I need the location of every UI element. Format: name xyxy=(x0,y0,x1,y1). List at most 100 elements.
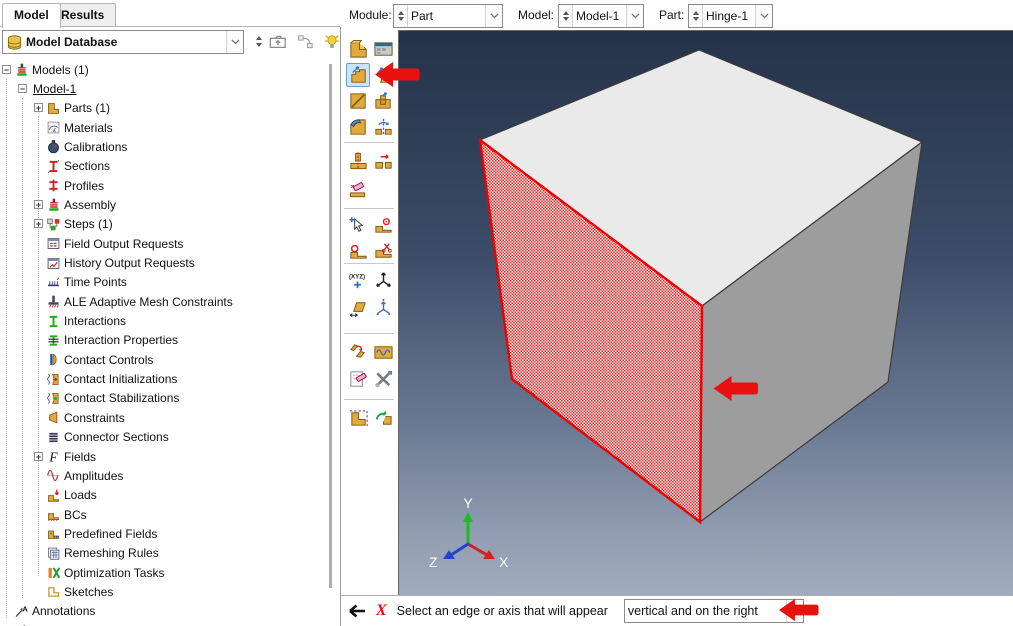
tree-item-label[interactable]: Fields xyxy=(64,450,96,464)
tree-item-label[interactable]: Calibrations xyxy=(64,140,127,154)
part-combo[interactable]: Hinge-1 xyxy=(688,4,773,28)
sketch-wave-tool-icon[interactable] xyxy=(371,340,395,364)
collapse-expander-icon[interactable]: − xyxy=(2,65,11,74)
partition-face-tool-icon[interactable] xyxy=(346,149,370,173)
spinner-icon[interactable] xyxy=(559,5,573,27)
chevron-down-icon[interactable] xyxy=(626,5,643,27)
tree-item-label[interactable]: Contact Controls xyxy=(64,353,153,367)
tree-item-bcs[interactable]: BCs xyxy=(0,505,326,524)
tree-item-contact-controls[interactable]: Contact Controls xyxy=(0,350,326,369)
create-solid-tool-icon[interactable] xyxy=(346,63,370,87)
datum-axis2-tool-icon[interactable] xyxy=(346,239,370,263)
tree-item-materials[interactable]: εMaterials xyxy=(0,118,326,137)
tree-item-contact-initializations[interactable]: Contact Initializations xyxy=(0,370,326,389)
mesh-part-tool-icon[interactable] xyxy=(346,406,370,430)
erase-tool-icon[interactable] xyxy=(346,367,370,391)
tree-item-loads[interactable]: Loads xyxy=(0,486,326,505)
model-combo[interactable]: Model-1 xyxy=(558,4,644,28)
datum-point-tool-icon[interactable] xyxy=(371,213,395,237)
tree-item-ale-adaptive-mesh-constraints[interactable]: ALE Adaptive Mesh Constraints xyxy=(0,292,326,311)
tree-item-steps-1[interactable]: + Steps (1) xyxy=(0,215,326,234)
tree-item-label[interactable]: History Output Requests xyxy=(64,256,195,270)
model-link-icon[interactable] xyxy=(294,30,317,53)
tree-item-label[interactable]: Optimization Tasks xyxy=(64,566,164,580)
tree-item-label[interactable]: Sections xyxy=(64,159,110,173)
flip-normal-tool-icon[interactable] xyxy=(346,340,370,364)
tree-item-label[interactable]: Model-1 xyxy=(33,82,76,96)
datum-plane-tool-icon[interactable] xyxy=(346,296,370,320)
mirror-tool-icon[interactable] xyxy=(371,115,395,139)
back-arrow-icon[interactable] xyxy=(348,603,367,619)
delete-feature-tool-icon[interactable] xyxy=(346,178,370,202)
tree-item-label[interactable]: BCs xyxy=(64,508,87,522)
tree-item-label[interactable]: Contact Stabilizations xyxy=(64,391,179,405)
chevron-down-icon[interactable] xyxy=(755,5,772,27)
query-tool-icon[interactable] xyxy=(346,213,370,237)
tree-item-contact-stabilizations[interactable]: Contact Stabilizations xyxy=(0,389,326,408)
tree-item-label[interactable]: Profiles xyxy=(64,179,104,193)
repair-tool-icon[interactable] xyxy=(371,406,395,430)
cancel-x-icon[interactable]: X xyxy=(376,602,387,620)
tree-item-model-1[interactable]: −Model-1 xyxy=(0,79,326,98)
create-part-tool-icon[interactable] xyxy=(346,37,370,61)
tree-item-constraints[interactable]: Constraints xyxy=(0,408,326,427)
expand-expander-icon[interactable]: + xyxy=(34,219,43,228)
tree-item-label[interactable]: Time Points xyxy=(64,275,127,289)
tree-item-interactions[interactable]: Interactions xyxy=(0,312,326,331)
tree-item-label[interactable]: Predefined Fields xyxy=(64,527,157,541)
datum-xyz-tool-icon[interactable]: (XYZ) xyxy=(346,268,370,292)
tree-item-label[interactable]: Annotations xyxy=(32,604,95,618)
tree-item-interaction-properties[interactable]: Interaction Properties xyxy=(0,331,326,350)
tree-item-amplitudes[interactable]: Amplitudes xyxy=(0,466,326,485)
tree-item-field-output-requests[interactable]: Field Output Requests xyxy=(0,234,326,253)
tree-item-label[interactable]: Loads xyxy=(64,488,97,502)
tree-item-time-points[interactable]: Time Points xyxy=(0,273,326,292)
tree-item-models-1[interactable]: − Models (1) xyxy=(0,60,326,79)
partition-edge-tool-icon[interactable] xyxy=(371,149,395,173)
tree-item-fields[interactable]: +FFields xyxy=(0,447,326,466)
tools-tool-icon[interactable] xyxy=(371,367,395,391)
parent-directory-icon[interactable] xyxy=(266,30,289,53)
tree-item-remeshing-rules[interactable]: Remeshing Rules xyxy=(0,544,326,563)
tree-item-sections[interactable]: Sections xyxy=(0,157,326,176)
tree-item-history-output-requests[interactable]: History Output Requests xyxy=(0,254,326,273)
tree-item-calibrations[interactable]: Calibrations xyxy=(0,137,326,156)
tree-item-label[interactable]: Field Output Requests xyxy=(64,237,183,251)
tab-model[interactable]: Model xyxy=(2,3,61,28)
expand-expander-icon[interactable]: + xyxy=(34,103,43,112)
tree-item-label[interactable]: Steps (1) xyxy=(64,217,113,231)
chevron-down-icon[interactable] xyxy=(485,5,502,27)
create-wire-tool-icon[interactable] xyxy=(346,89,370,113)
viewport-3d[interactable]: Y X Z xyxy=(398,30,1013,595)
tree-item-label[interactable]: Assembly xyxy=(64,198,116,212)
create-round-tool-icon[interactable] xyxy=(346,115,370,139)
tree-item-label[interactable]: Interactions xyxy=(64,314,126,328)
tree-item-label[interactable]: ALE Adaptive Mesh Constraints xyxy=(64,295,233,309)
tree-item-label[interactable]: Models (1) xyxy=(32,63,89,77)
tree-item-label[interactable]: Contact Initializations xyxy=(64,372,177,386)
model-database-combo[interactable]: Model Database xyxy=(2,30,244,54)
tree-item-label[interactable]: Amplitudes xyxy=(64,469,123,483)
chevron-down-icon[interactable] xyxy=(226,31,243,53)
collapse-expander-icon[interactable]: − xyxy=(18,84,27,93)
tree-item-analysis[interactable]: −Analysis xyxy=(0,621,326,626)
tree-item-optimization-tasks[interactable]: Optimization Tasks xyxy=(0,563,326,582)
datum-3pt-tool-icon[interactable] xyxy=(371,296,395,320)
trim-tool-icon[interactable] xyxy=(371,239,395,263)
tree-item-label[interactable]: Remeshing Rules xyxy=(64,546,159,560)
datum-triad-tool-icon[interactable] xyxy=(371,268,395,292)
spinner-icon[interactable] xyxy=(689,5,703,27)
create-cut-tool-icon[interactable] xyxy=(371,89,395,113)
tree-item-label[interactable]: Sketches xyxy=(64,585,113,599)
tree-item-sketches[interactable]: Sketches xyxy=(0,582,326,601)
direction-combo[interactable]: vertical and on the right xyxy=(624,599,804,623)
tree-item-connector-sections[interactable]: Connector Sections xyxy=(0,428,326,447)
tree-item-parts-1[interactable]: + Parts (1) xyxy=(0,99,326,118)
tree-item-label[interactable]: Materials xyxy=(64,121,113,135)
tree-item-profiles[interactable]: Profiles xyxy=(0,176,326,195)
tree-item-predefined-fields[interactable]: Predefined Fields xyxy=(0,524,326,543)
expand-expander-icon[interactable]: + xyxy=(34,452,43,461)
tree-item-label[interactable]: Interaction Properties xyxy=(64,333,178,347)
tree-item-label[interactable]: Constraints xyxy=(64,411,125,425)
tree-item-label[interactable]: Parts (1) xyxy=(64,101,110,115)
